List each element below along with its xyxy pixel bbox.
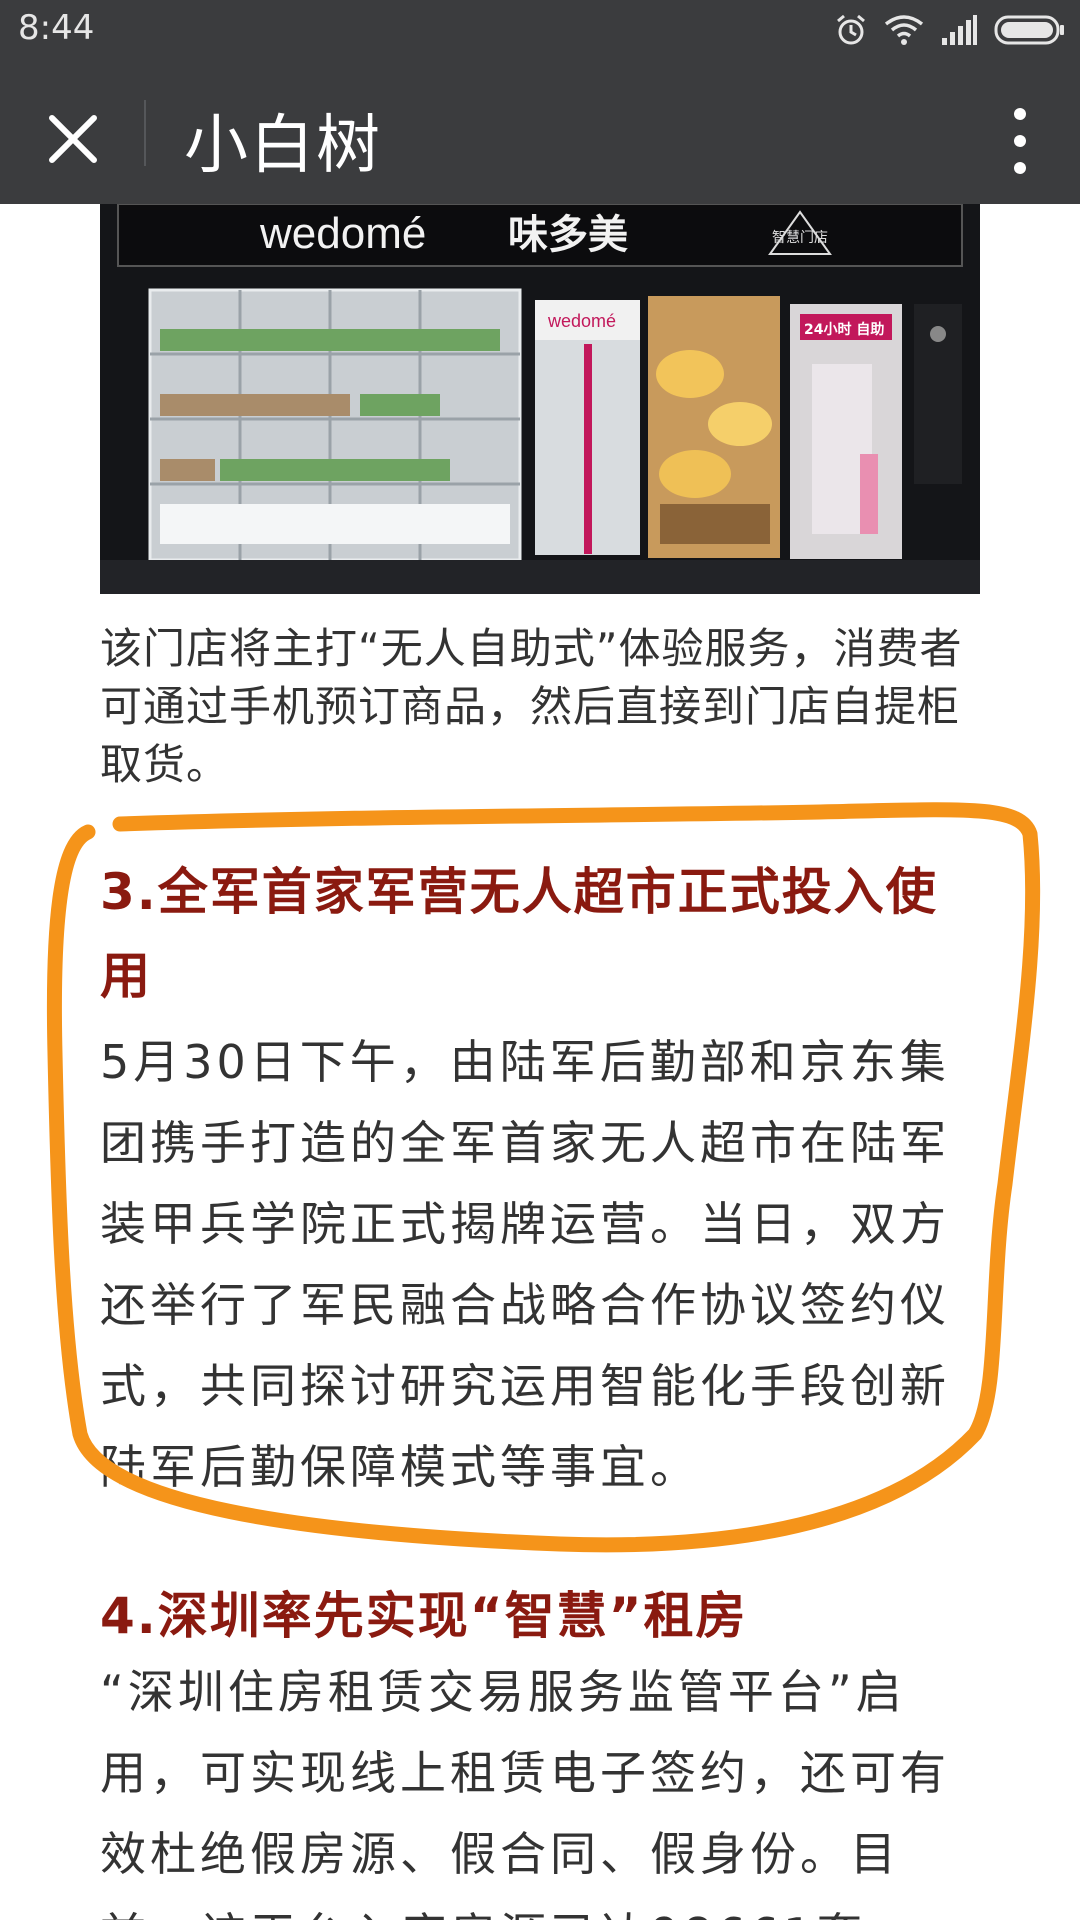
- more-button[interactable]: [990, 98, 1050, 184]
- status-time: 8:44: [18, 8, 95, 48]
- store-sign-brand-en: wedomé: [259, 209, 426, 258]
- store-photo: wedomé 味多美 智慧门店 wedomé 24小时 自助: [100, 204, 980, 594]
- battery-icon: [994, 15, 1064, 45]
- title-divider: [144, 100, 146, 166]
- section-3-title: 3.全军首家军营无人超市正式投入使用: [100, 863, 938, 1005]
- article-content: wedomé 味多美 智慧门店 wedomé 24小时 自助 该门店将主打“无人…: [0, 204, 1080, 1920]
- title-bar: 小白树: [0, 58, 1080, 204]
- status-bar: 8:44: [0, 0, 1080, 58]
- wifi-icon: [884, 15, 924, 45]
- alarm-icon: [837, 14, 865, 45]
- close-button[interactable]: [30, 96, 116, 182]
- signal-icon: [942, 15, 977, 45]
- more-vertical-icon: [1014, 108, 1026, 174]
- store-badge-text: 智慧门店: [772, 230, 828, 246]
- close-icon: [49, 115, 97, 163]
- status-icons: [834, 10, 1066, 50]
- section-3-body: 5月30日下午，由陆军后勤部和京东集团携手打造的全军首家无人超市在陆军装甲兵学院…: [100, 1035, 950, 1494]
- image-caption: 该门店将主打“无人自助式”体验服务，消费者可通过手机预订商品，然后直接到门店自提…: [100, 624, 963, 789]
- section-4-title: 4.深圳率先实现“智慧”租房: [100, 1587, 748, 1645]
- section-4-body: “深圳住房租赁交易服务监管平台”启用，可实现线上租赁电子签约，还可有效杜绝假房源…: [100, 1665, 950, 1920]
- svg-text:24小时 自助: 24小时 自助: [804, 321, 884, 338]
- svg-text:wedomé: wedomé: [547, 311, 616, 331]
- store-sign-brand-cn: 味多美: [508, 212, 628, 258]
- page-title: 小白树: [184, 109, 382, 183]
